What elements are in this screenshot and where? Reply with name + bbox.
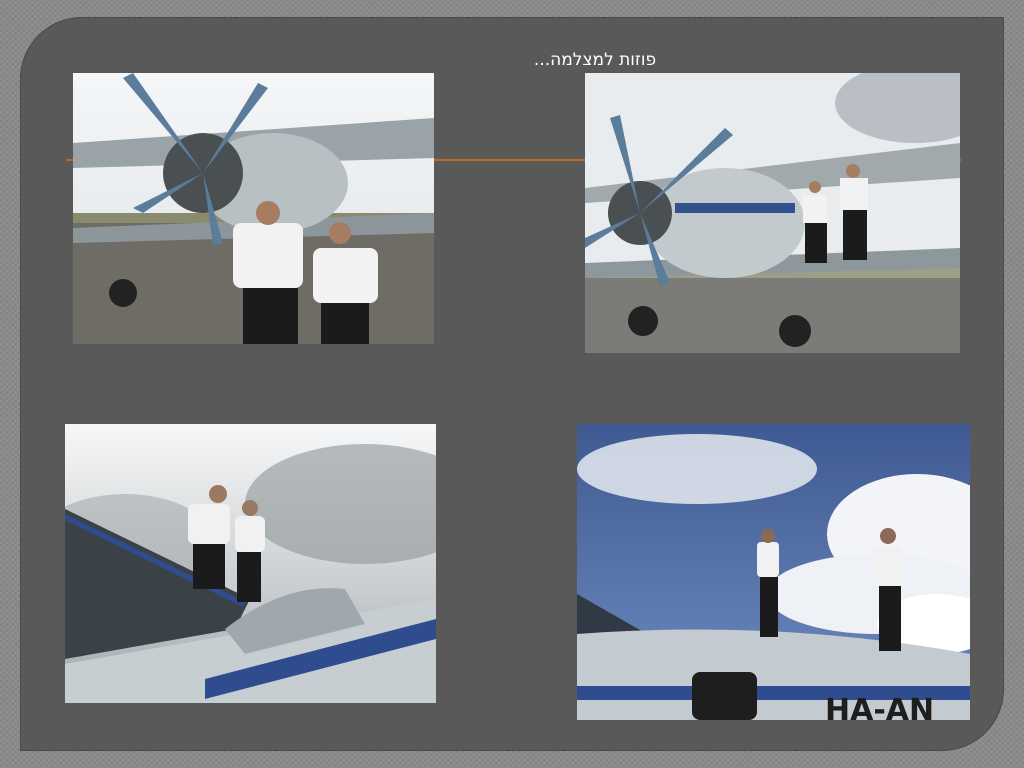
photo-pilots-on-aircraft-top [65,424,436,703]
slide-title: פוזות למצלמה... [533,50,657,70]
accent-line-middle [434,159,585,161]
photo-pilots-front-of-plane [73,73,434,344]
photo-people-on-fuselage-sky: HA-AN [577,424,970,720]
photo-plane-people-on-wing [585,73,960,353]
svg-text:HA-AN: HA-AN [825,693,934,720]
